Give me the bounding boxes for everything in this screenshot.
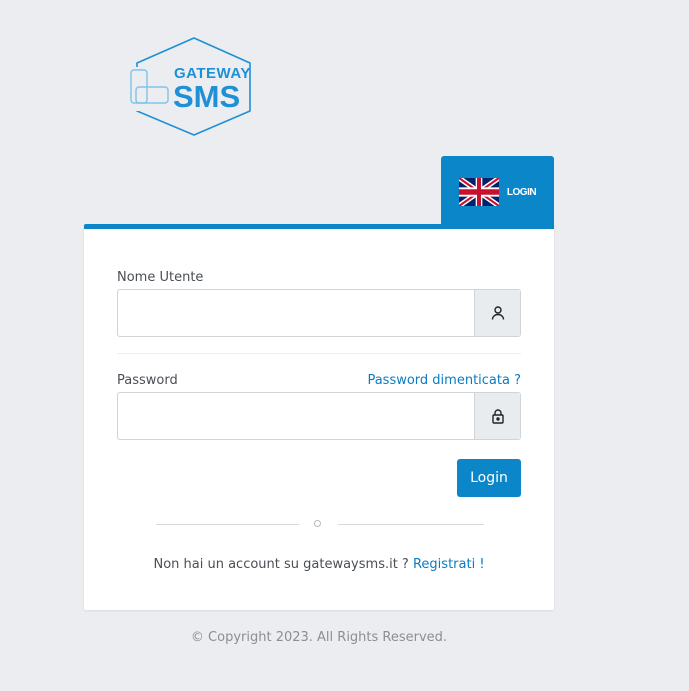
login-tab-label: LOGIN <box>506 186 537 198</box>
separator-line-right <box>338 524 484 525</box>
uk-flag-icon <box>458 178 499 206</box>
separator-circle <box>314 520 321 527</box>
username-input[interactable] <box>118 290 474 336</box>
signup-text: Non hai un account su gatewaysms.it ? <box>153 557 409 572</box>
login-card: Nome Utente Password Password dimenticat… <box>84 224 554 610</box>
username-input-group <box>117 289 521 337</box>
gatewaysms-logo: GATEWAY SMS <box>128 37 262 137</box>
logo-text-sms: SMS <box>173 79 240 114</box>
username-addon <box>474 290 520 336</box>
language-login-tab[interactable]: LOGIN <box>441 156 554 228</box>
forgot-password-link[interactable]: Password dimenticata ? <box>367 373 521 388</box>
password-label: Password <box>117 373 178 388</box>
lock-icon <box>491 409 504 424</box>
user-icon <box>491 306 504 320</box>
signup-prompt: Non hai un account su gatewaysms.it ? Re… <box>84 557 554 572</box>
password-input[interactable] <box>118 393 474 439</box>
username-label: Nome Utente <box>117 270 204 285</box>
form-divider <box>117 353 521 354</box>
password-addon <box>474 393 520 439</box>
password-input-group <box>117 392 521 440</box>
login-button[interactable]: Login <box>457 459 521 497</box>
copyright-text: © Copyright 2023. All Rights Reserved. <box>190 630 448 645</box>
register-link[interactable]: Registrati ! <box>413 557 485 572</box>
separator-line-left <box>156 524 299 525</box>
